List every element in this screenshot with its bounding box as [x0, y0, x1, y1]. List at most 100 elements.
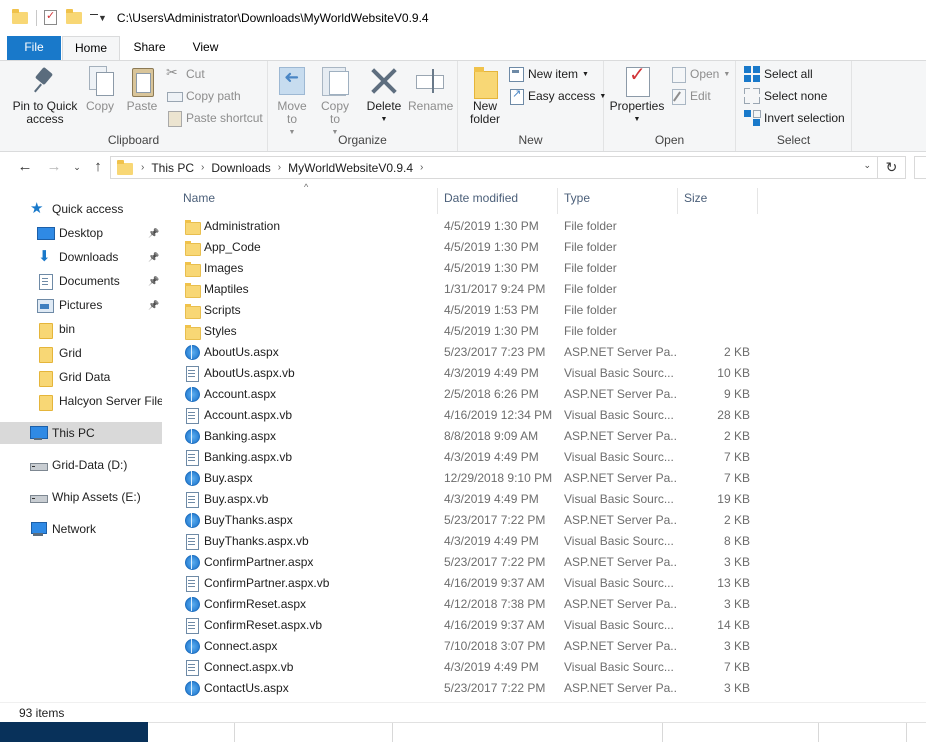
- nav-item-3[interactable]: Documents 📌: [0, 270, 162, 292]
- tab-file[interactable]: File: [7, 36, 61, 60]
- file-row[interactable]: Buy.aspx.vb 4/3/2019 4:49 PM Visual Basic …: [182, 489, 762, 510]
- cut-button[interactable]: Cut: [166, 64, 205, 84]
- file-name: Scripts: [204, 303, 241, 317]
- file-type: Visual Basic Sourc...: [564, 660, 674, 674]
- delete-button[interactable]: Delete ▼: [362, 65, 406, 126]
- breadcrumb-chevron-icon[interactable]: ›: [201, 162, 204, 173]
- column-header-date-modified[interactable]: Date modified: [438, 188, 558, 214]
- up-arrow-icon[interactable]: ↑: [88, 158, 108, 175]
- file-row[interactable]: ConfirmPartner.aspx.vb 4/16/2019 9:37 AM V…: [182, 573, 762, 594]
- nav-item-8[interactable]: Halcyon Server Files: [0, 390, 162, 412]
- globe-file-icon: [184, 680, 200, 696]
- copy-path-icon: [166, 88, 183, 104]
- tab-home[interactable]: Home: [62, 36, 120, 61]
- file-date: 4/16/2019 9:37 AM: [444, 618, 545, 632]
- easy-access-label: Easy access: [528, 89, 596, 103]
- file-row[interactable]: ConfirmReset.aspx 4/12/2018 7:38 PM ASP.NE…: [182, 594, 762, 615]
- invert-selection-button[interactable]: Invert selection: [744, 108, 845, 128]
- paste-shortcut-button[interactable]: Paste shortcut: [166, 108, 263, 128]
- file-name: Maptiles: [204, 282, 249, 296]
- nav-item-9[interactable]: This PC: [0, 422, 162, 444]
- forward-arrow-icon[interactable]: →: [44, 158, 64, 175]
- file-row[interactable]: Administration 4/5/2019 1:30 PM File folde…: [182, 216, 762, 237]
- file-row[interactable]: ContactUs.aspx 5/23/2017 7:22 PM ASP.NET S…: [182, 678, 762, 699]
- edit-button[interactable]: Edit: [670, 86, 711, 106]
- pin-to-quick-access-button[interactable]: Pin to Quick access: [8, 65, 82, 126]
- file-row[interactable]: Styles 4/5/2019 1:30 PM File folder: [182, 321, 762, 342]
- breadcrumb-this-pc[interactable]: This PC: [151, 161, 194, 175]
- title-bar: ▼ C:\Users\Administrator\Downloads\MyWor…: [0, 0, 926, 36]
- file-date: 4/5/2019 1:30 PM: [444, 261, 539, 275]
- file-size: 2 KB: [723, 345, 750, 359]
- paste-button[interactable]: Paste: [122, 65, 162, 113]
- column-header-type[interactable]: Type: [558, 188, 678, 214]
- tab-share[interactable]: Share: [122, 36, 177, 60]
- properties-qat-button[interactable]: [44, 9, 60, 26]
- nav-item-5[interactable]: bin: [0, 318, 162, 340]
- file-type: File folder: [564, 261, 617, 275]
- nav-item-2[interactable]: Downloads 📌: [0, 246, 162, 268]
- select-all-button[interactable]: Select all: [744, 64, 813, 84]
- breadcrumb-downloads[interactable]: Downloads: [211, 161, 270, 175]
- file-row[interactable]: Banking.aspx 8/8/2018 9:09 AM ASP.NET Serv…: [182, 426, 762, 447]
- star-icon: [30, 199, 46, 217]
- file-row[interactable]: Scripts 4/5/2019 1:53 PM File folder: [182, 300, 762, 321]
- file-row[interactable]: Account.aspx 2/5/2018 6:26 PM ASP.NET Serv…: [182, 384, 762, 405]
- file-row[interactable]: BuyThanks.aspx.vb 4/3/2019 4:49 PM Visual …: [182, 531, 762, 552]
- nav-item-label: Halcyon Server Files: [59, 394, 162, 408]
- file-row[interactable]: BuyThanks.aspx 5/23/2017 7:22 PM ASP.NET S…: [182, 510, 762, 531]
- file-row[interactable]: Banking.aspx.vb 4/3/2019 4:49 PM Visual Ba…: [182, 447, 762, 468]
- nav-item-11[interactable]: Whip Assets (E:): [0, 486, 162, 508]
- select-none-button[interactable]: Select none: [744, 86, 827, 106]
- file-row[interactable]: Connect.aspx 7/10/2018 3:07 PM ASP.NET Ser…: [182, 636, 762, 657]
- refresh-icon[interactable]: ↻: [878, 156, 906, 179]
- file-row[interactable]: Account.aspx.vb 4/16/2019 12:34 PM Visual …: [182, 405, 762, 426]
- nav-item-6[interactable]: Grid: [0, 342, 162, 364]
- breadcrumb-current-folder[interactable]: MyWorldWebsiteV0.9.4: [288, 161, 413, 175]
- copy-path-button[interactable]: Copy path: [166, 86, 241, 106]
- file-date: 4/3/2019 4:49 PM: [444, 492, 539, 506]
- file-size: [678, 216, 750, 237]
- column-header-name[interactable]: Name: [177, 188, 438, 214]
- nav-item-4[interactable]: Pictures 📌: [0, 294, 162, 316]
- nav-item-1[interactable]: Desktop 📌: [0, 222, 162, 244]
- copy-button[interactable]: Copy: [82, 65, 118, 113]
- nav-item-12[interactable]: Network: [0, 518, 162, 540]
- search-input[interactable]: [914, 156, 926, 179]
- delete-dropdown-icon: ▼: [380, 116, 388, 123]
- back-arrow-icon[interactable]: ←: [15, 158, 35, 175]
- move-to-button[interactable]: Move to ▼: [274, 65, 310, 139]
- open-button[interactable]: Open ▼: [670, 64, 730, 84]
- nav-item-0[interactable]: Quick access: [0, 198, 162, 220]
- address-dropdown-icon[interactable]: ⌄: [863, 160, 871, 171]
- address-bar[interactable]: › This PC › Downloads › MyWorldWebsiteV0…: [110, 156, 878, 179]
- file-row[interactable]: App_Code 4/5/2019 1:30 PM File folder: [182, 237, 762, 258]
- customize-qat-dropdown-icon[interactable]: ▼: [90, 13, 107, 23]
- file-row[interactable]: AboutUs.aspx 5/23/2017 7:23 PM ASP.NET Ser…: [182, 342, 762, 363]
- file-name: Buy.aspx: [204, 471, 253, 485]
- open-group: Properties ▼ Open ▼ Edit Open: [604, 61, 736, 151]
- file-row[interactable]: ConfirmPartner.aspx 5/23/2017 7:22 PM ASP.…: [182, 552, 762, 573]
- nav-item-10[interactable]: Grid-Data (D:): [0, 454, 162, 476]
- new-folder-button[interactable]: New folder: [462, 65, 508, 126]
- rename-button[interactable]: Rename: [408, 65, 453, 113]
- tab-view[interactable]: View: [178, 36, 233, 60]
- new-item-button[interactable]: New item ▼: [508, 64, 589, 84]
- breadcrumb-chevron-icon[interactable]: ›: [278, 162, 281, 173]
- new-folder-qat-button[interactable]: [66, 9, 82, 26]
- column-header-size[interactable]: Size: [678, 188, 758, 214]
- file-row[interactable]: AboutUs.aspx.vb 4/3/2019 4:49 PM Visual Ba…: [182, 363, 762, 384]
- file-row[interactable]: Buy.aspx 12/29/2018 9:10 PM ASP.NET Server…: [182, 468, 762, 489]
- nav-item-7[interactable]: Grid Data: [0, 366, 162, 388]
- file-row[interactable]: Images 4/5/2019 1:30 PM File folder: [182, 258, 762, 279]
- easy-access-button[interactable]: Easy access ▼: [508, 86, 606, 106]
- file-row[interactable]: ConfirmReset.aspx.vb 4/16/2019 9:37 AM Vis…: [182, 615, 762, 636]
- file-row[interactable]: Connect.aspx.vb 4/3/2019 4:49 PM Visual Ba…: [182, 657, 762, 678]
- recent-locations-chevron-icon[interactable]: ⌄: [67, 162, 87, 173]
- breadcrumb-chevron-icon[interactable]: ›: [420, 162, 423, 173]
- file-name: ConfirmPartner.aspx.vb: [204, 576, 330, 590]
- properties-button[interactable]: Properties ▼: [608, 65, 666, 126]
- copy-to-button[interactable]: Copy to ▼: [316, 65, 354, 139]
- file-row[interactable]: Maptiles 1/31/2017 9:24 PM File folder: [182, 279, 762, 300]
- breadcrumb-chevron-icon[interactable]: ›: [141, 162, 144, 173]
